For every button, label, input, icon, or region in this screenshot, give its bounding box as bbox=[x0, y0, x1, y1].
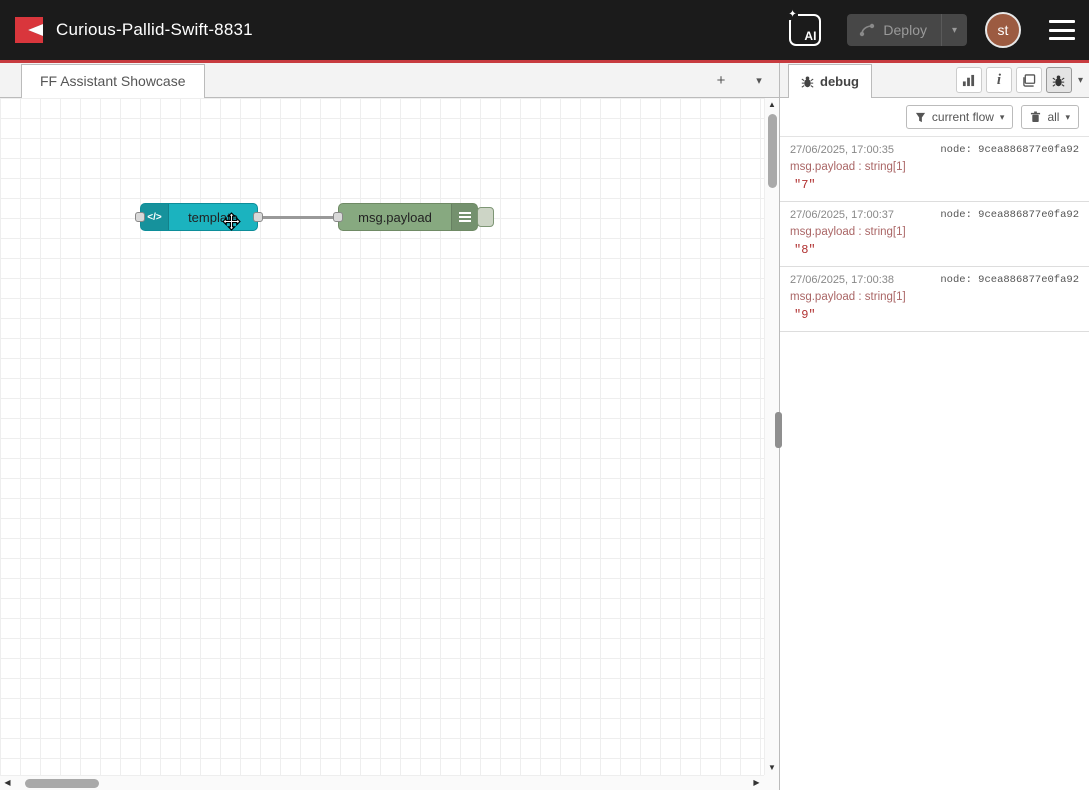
debug-timestamp: 27/06/2025, 17:00:37 bbox=[790, 209, 894, 221]
bug-icon bbox=[801, 75, 814, 88]
bar-chart-icon bbox=[962, 74, 975, 87]
ai-label: AI bbox=[804, 29, 816, 43]
sidebar-tab-help[interactable] bbox=[1016, 67, 1042, 93]
app-header: Curious-Pallid-Swift-8831 ✦ AI Deploy ▾ … bbox=[0, 0, 1089, 60]
deploy-button[interactable]: Deploy ▾ bbox=[847, 14, 967, 46]
book-icon bbox=[1022, 74, 1036, 87]
debug-clear-label: all bbox=[1047, 110, 1059, 124]
debug-clear-button[interactable]: all ▾ bbox=[1021, 105, 1079, 129]
scroll-up-arrow[interactable]: ▲ bbox=[765, 98, 780, 112]
debug-message-list[interactable]: 27/06/2025, 17:00:35 node: 9cea886877e0f… bbox=[780, 136, 1089, 790]
scrollbar-corner bbox=[764, 775, 779, 790]
debug-value[interactable]: "9" bbox=[790, 308, 1079, 322]
sidebar-tab-debug-icon[interactable] bbox=[1046, 67, 1072, 93]
deploy-main[interactable]: Deploy bbox=[847, 22, 941, 38]
debug-filter-button[interactable]: current flow ▾ bbox=[906, 105, 1014, 129]
sidebar-tab-debug[interactable]: debug bbox=[788, 64, 872, 98]
main-menu-button[interactable] bbox=[1049, 20, 1075, 40]
flow-tab[interactable]: FF Assistant Showcase bbox=[21, 64, 205, 98]
sidebar-splitter-handle[interactable] bbox=[775, 412, 782, 448]
sidebar-tab-dashboard[interactable] bbox=[956, 67, 982, 93]
sidebar-tab-debug-label: debug bbox=[820, 66, 859, 98]
add-flow-button[interactable]: + bbox=[711, 72, 731, 89]
template-input-port[interactable] bbox=[135, 212, 145, 222]
flowfuse-logo[interactable] bbox=[14, 16, 44, 44]
debug-toolbar: current flow ▾ all ▾ bbox=[780, 98, 1089, 136]
ai-assistant-button[interactable]: ✦ AI bbox=[789, 14, 821, 46]
funnel-icon bbox=[915, 112, 926, 123]
flow-tab-actions: + ▾ bbox=[711, 63, 769, 97]
flow-canvas[interactable]: </> template msg.payload ▲ ▼ bbox=[0, 98, 779, 790]
debug-node-id[interactable]: node: 9cea886877e0fa92 bbox=[940, 274, 1079, 286]
instance-title: Curious-Pallid-Swift-8831 bbox=[56, 20, 777, 40]
code-icon: </> bbox=[141, 204, 169, 230]
debug-property-path[interactable]: msg.payload : string[1] bbox=[790, 226, 1079, 238]
debug-timestamp: 27/06/2025, 17:00:38 bbox=[790, 274, 894, 286]
flow-list-caret[interactable]: ▾ bbox=[749, 74, 769, 87]
debug-value[interactable]: "8" bbox=[790, 243, 1079, 257]
wire-template-to-debug[interactable] bbox=[258, 216, 338, 219]
canvas-horizontal-scrollbar[interactable]: ◀ ▶ bbox=[0, 775, 764, 790]
vertical-scroll-thumb[interactable] bbox=[768, 114, 777, 188]
debug-node[interactable]: msg.payload bbox=[338, 203, 478, 231]
debug-enable-toggle[interactable] bbox=[477, 207, 494, 227]
debug-node-id[interactable]: node: 9cea886877e0fa92 bbox=[940, 144, 1079, 156]
sidebar-tab-info[interactable]: i bbox=[986, 67, 1012, 93]
workspace: FF Assistant Showcase + ▾ </> template m… bbox=[0, 63, 779, 790]
debug-property-path[interactable]: msg.payload : string[1] bbox=[790, 161, 1079, 173]
debug-filter-label: current flow bbox=[932, 110, 994, 124]
template-node-label: template bbox=[169, 210, 257, 225]
clear-caret-icon: ▾ bbox=[1065, 112, 1070, 123]
right-sidebar: debug i bbox=[779, 63, 1089, 790]
debug-message[interactable]: 27/06/2025, 17:00:35 node: 9cea886877e0f… bbox=[780, 137, 1089, 202]
debug-value[interactable]: "7" bbox=[790, 178, 1079, 192]
user-avatar[interactable]: st bbox=[985, 12, 1021, 48]
info-icon: i bbox=[997, 72, 1001, 89]
debug-message[interactable]: 27/06/2025, 17:00:37 node: 9cea886877e0f… bbox=[780, 202, 1089, 267]
trash-icon bbox=[1030, 111, 1041, 123]
sidebar-tabbar: debug i bbox=[780, 63, 1089, 98]
bug-icon bbox=[1052, 74, 1065, 87]
debug-timestamp: 27/06/2025, 17:00:35 bbox=[790, 144, 894, 156]
sparkle-icon: ✦ bbox=[787, 9, 797, 20]
template-node[interactable]: </> template bbox=[140, 203, 258, 231]
scroll-down-arrow[interactable]: ▼ bbox=[765, 761, 780, 775]
template-output-port[interactable] bbox=[253, 212, 263, 222]
scroll-right-arrow[interactable]: ▶ bbox=[749, 776, 764, 790]
debug-message[interactable]: 27/06/2025, 17:00:38 node: 9cea886877e0f… bbox=[780, 267, 1089, 332]
debug-node-id[interactable]: node: 9cea886877e0fa92 bbox=[940, 209, 1079, 221]
debug-property-path[interactable]: msg.payload : string[1] bbox=[790, 291, 1079, 303]
deploy-options-caret[interactable]: ▾ bbox=[941, 14, 967, 46]
horizontal-scroll-thumb[interactable] bbox=[25, 779, 99, 788]
deploy-icon bbox=[859, 23, 875, 37]
flow-tabbar: FF Assistant Showcase + ▾ bbox=[0, 63, 779, 98]
debug-node-label: msg.payload bbox=[339, 210, 451, 225]
sidebar-tabs-caret[interactable]: ▾ bbox=[1078, 75, 1083, 86]
deploy-label: Deploy bbox=[883, 22, 927, 38]
scroll-left-arrow[interactable]: ◀ bbox=[0, 776, 15, 790]
main-area: FF Assistant Showcase + ▾ </> template m… bbox=[0, 63, 1089, 790]
debug-input-port[interactable] bbox=[333, 212, 343, 222]
sidebar-tab-icons: i bbox=[956, 67, 1083, 93]
filter-caret-icon: ▾ bbox=[1000, 112, 1005, 123]
debug-list-icon bbox=[451, 204, 477, 230]
